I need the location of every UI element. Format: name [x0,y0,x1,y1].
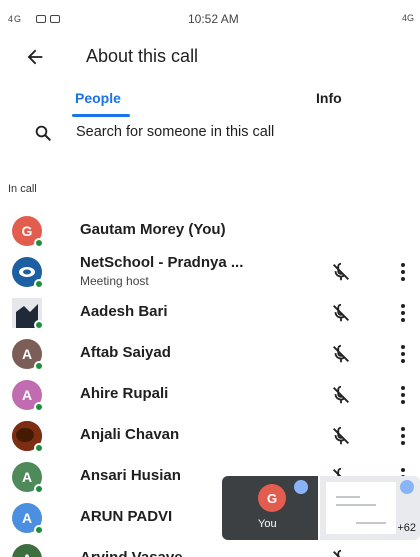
speaking-indicator-icon [294,480,308,494]
dot-icon [401,468,405,472]
more-options-button[interactable] [396,260,410,284]
page-title: About this call [86,46,199,66]
more-options-button[interactable] [396,383,410,407]
avatar: G [258,484,286,512]
mic-off-icon[interactable] [330,261,352,283]
dot-icon [401,386,405,390]
participant-row[interactable]: A Aftab Saiyad [0,333,420,374]
online-status-dot [34,484,44,494]
self-tile-label: You [258,518,277,530]
arrow-left-icon [27,49,43,65]
dot-icon [401,311,405,315]
more-options-button[interactable] [396,424,410,448]
status-bar: 4G 10:52 AM 4G [0,0,420,40]
avatar: A [12,544,42,557]
shared-screen-tile[interactable]: +62 [320,476,420,540]
participant-name: NetSchool - Pradnya ... [80,254,244,271]
mic-off-icon[interactable] [330,302,352,324]
dot-icon [401,352,405,356]
participant-name: Ahire Rupali [80,385,169,402]
dot-icon [401,441,405,445]
dot-icon [401,345,405,349]
dot-icon [401,318,405,322]
online-status-dot [34,279,44,289]
participant-name: ARUN PADVI [80,508,173,525]
online-status-dot [34,320,44,330]
dot-icon [401,393,405,397]
dot-icon [401,277,405,281]
signal-indicator: 4G [8,14,23,24]
notification-icons [36,15,61,23]
participant-row[interactable]: Anjali Chavan [0,415,420,456]
online-status-dot [34,402,44,412]
app-bar: About this call [0,40,420,76]
more-participants-count: +62 [397,522,416,534]
participant-name: Aadesh Bari [80,303,168,320]
mic-off-icon[interactable] [330,343,352,365]
dot-icon [401,304,405,308]
back-button[interactable] [20,42,50,72]
tab-bar: People Info [0,86,420,120]
participant-name: Arvind Vasave [80,549,183,557]
search-icon [35,125,51,141]
more-options-button[interactable] [396,301,410,325]
shared-screen-thumbnail [326,482,396,534]
dot-icon [401,400,405,404]
dot-icon [401,434,405,438]
participant-row[interactable]: G Gautam Morey (You) [0,210,420,251]
online-status-dot [34,443,44,453]
section-label-in-call: In call [8,183,37,195]
participant-name: Anjali Chavan [80,426,180,443]
message-icon [36,15,47,23]
mic-off-icon[interactable] [330,548,352,557]
online-status-dot [34,361,44,371]
call-preview-overlay[interactable]: G You +62 [222,476,420,540]
network-indicator: 4G [401,13,414,23]
participant-row[interactable]: A Ahire Rupali [0,374,420,415]
participant-name: Aftab Saiyad [80,344,171,361]
message-icon [50,15,61,23]
participant-name: Gautam Morey (You) [80,221,226,238]
school-logo-icon [19,267,35,277]
mic-off-icon[interactable] [330,425,352,447]
dot-icon [401,427,405,431]
self-video-tile[interactable]: G You [222,476,318,540]
active-tab-indicator [72,114,130,117]
dot-icon [401,263,405,267]
tab-info[interactable]: Info [316,90,342,106]
online-status-dot [34,238,44,248]
search-input[interactable]: Search for someone in this call [0,118,420,150]
dot-icon [401,270,405,274]
dot-icon [401,359,405,363]
participant-role: Meeting host [80,274,149,288]
participant-name: Ansari Husian [80,467,181,484]
tab-people[interactable]: People [75,90,121,106]
status-time: 10:52 AM [188,12,239,26]
participant-row[interactable]: Aadesh Bari [0,292,420,333]
search-placeholder: Search for someone in this call [76,124,275,140]
mic-off-icon[interactable] [330,384,352,406]
online-status-dot [34,525,44,535]
participant-row[interactable]: A Arvind Vasave [0,538,420,557]
participant-row[interactable]: NetSchool - Pradnya ... Meeting host [0,251,420,292]
more-options-button[interactable] [396,342,410,366]
speaking-indicator-icon [400,480,414,494]
